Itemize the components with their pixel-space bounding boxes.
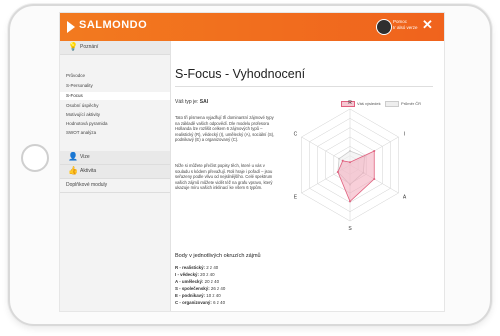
main-content: S-Focus - Vyhodnocení Váš typ je: SAI Ta… [170, 41, 444, 311]
sidebar-section-poznani[interactable]: 💡 Poznání [60, 41, 170, 55]
scores-title: Body v jednotlivých okruzích zájmů [175, 253, 261, 259]
sidebar-item-hodnotova-pyramida[interactable]: Hodnotová pyramida [66, 121, 108, 126]
app-screen: SALMONDO Pomoc Ir alsó verze ✕ 💡 Poznání… [59, 12, 445, 312]
score-name: A - umělecký: [175, 279, 204, 284]
tools-icon[interactable]: ✕ [422, 17, 433, 33]
sidebar-section-label: Vize [80, 154, 90, 160]
explanation-paragraph: Níže si můžete přečíst popisy těch, kter… [175, 163, 273, 190]
thumbs-up-icon: 👍 [68, 166, 78, 175]
score-name: I - vědecký: [175, 272, 199, 277]
sidebar-item-swot-analyza[interactable]: SWOT analýza [66, 130, 96, 135]
score-value: 20 z 40 [200, 272, 215, 277]
score-line-r: R - realistický: 2 z 40 [175, 265, 218, 270]
series-point [338, 157, 341, 160]
score-value: 10 z 40 [206, 293, 221, 298]
user-menu[interactable]: Pomoc Ir alsó verze [393, 19, 418, 31]
title-divider [175, 86, 433, 87]
lightbulb-icon: 💡 [68, 42, 78, 51]
intro-paragraph: Tato tři písmena vyjadřují tři dominantn… [175, 115, 275, 142]
series-point [336, 171, 339, 173]
score-value: 2 z 40 [206, 265, 219, 270]
axis-label-c: C [294, 132, 298, 138]
axis-label-i: I [404, 132, 405, 138]
score-line-i: I - vědecký: 20 z 40 [175, 272, 215, 277]
score-name: R - realistický: [175, 265, 206, 270]
sidebar-section-vize[interactable]: 👤 Vize [60, 151, 170, 165]
series-point [349, 200, 351, 203]
series-point [373, 178, 376, 180]
avatar[interactable] [376, 19, 392, 35]
person-icon: 👤 [68, 152, 78, 161]
sidebar-section-doplnkove-moduly[interactable]: Doplňkové moduly [60, 179, 170, 193]
score-name: E - podnikavý: [175, 293, 206, 298]
score-value: 26 z 40 [210, 286, 226, 291]
score-name: S - společenský: [175, 286, 210, 291]
series-point [349, 161, 351, 164]
logo-icon [67, 21, 75, 33]
user-line-2: Ir alsó verze [393, 25, 418, 30]
top-bar: SALMONDO Pomoc Ir alsó verze ✕ [60, 13, 444, 41]
score-line-e: E - podnikavý: 10 z 40 [175, 293, 221, 298]
sidebar-item-osobni-uspechy[interactable]: Osobní úspěchy [66, 103, 99, 108]
series-point [349, 150, 351, 152]
score-line-c: C - organizovaný: 6 z 40 [175, 300, 225, 305]
sidebar-item-s-focus[interactable]: S-Focus [60, 92, 170, 100]
radar-chart: R I A S E C [294, 100, 407, 232]
series-point [341, 159, 344, 162]
series-point [373, 150, 376, 152]
score-value: 20 z 40 [204, 279, 220, 284]
app-logo[interactable]: SALMONDO [79, 19, 147, 31]
sidebar-item-s-personality[interactable]: S-Personality [66, 83, 93, 88]
axis-label-s: S [348, 226, 352, 232]
sidebar-section-label: Poznání [80, 44, 99, 50]
type-value: SAI [199, 99, 209, 105]
sidebar-section-label: Aktivita [80, 168, 97, 174]
sidebar-section-aktivita[interactable]: 👍 Aktivita [60, 165, 170, 179]
sidebar: 💡 Poznání Průvodce S-Personality S-Focus… [60, 41, 171, 311]
score-line-s: S - společenský: 26 z 40 [175, 286, 225, 291]
score-name: C - organizovaný: [175, 300, 212, 305]
type-line: Váš typ je: SAI [175, 99, 208, 105]
page-title: S-Focus - Vyhodnocení [175, 67, 306, 81]
axis-label-e: E [294, 195, 298, 201]
score-value: 6 z 40 [213, 300, 226, 305]
type-label: Váš typ je: [175, 99, 199, 105]
axis-label-r: R [348, 100, 352, 106]
axis-label-a: A [403, 195, 407, 201]
sidebar-item-motivujici-aktivity[interactable]: Motivující aktivity [66, 112, 100, 117]
score-line-a: A - umělecký: 20 z 40 [175, 279, 219, 284]
home-button[interactable] [21, 144, 49, 172]
sidebar-section-label: Doplňkové moduly [66, 182, 108, 188]
sidebar-item-pruvodce[interactable]: Průvodce [66, 73, 85, 78]
